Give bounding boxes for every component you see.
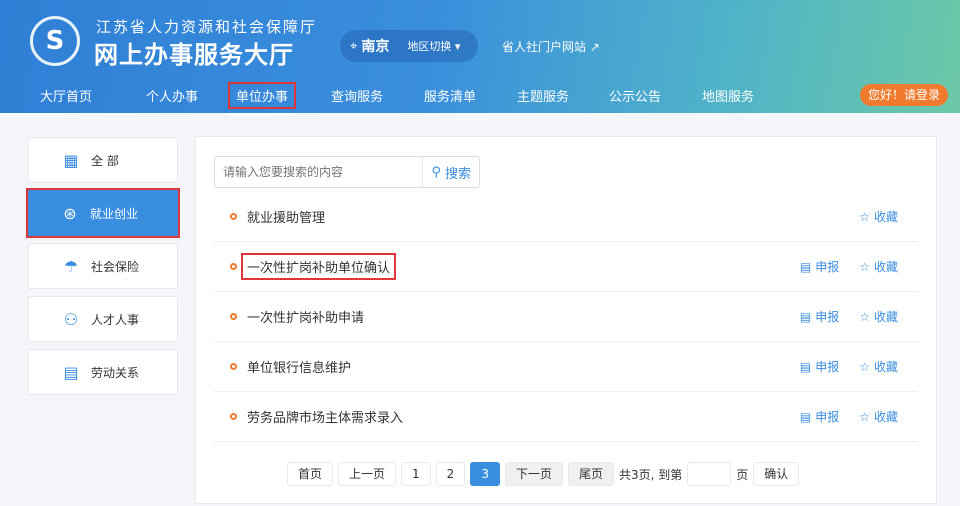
confirm-button[interactable]: 确认 — [753, 462, 800, 486]
location-icon: ⌖ — [350, 38, 358, 54]
list-item: 劳务品牌市场主体需求录入 ▤ 申报 ☆ 收藏 — [214, 392, 918, 442]
main-nav: 大厅首页 个人办事 单位办事 查询服务 服务清单 主题服务 公示公告 地图服务 — [0, 80, 960, 116]
page-3[interactable]: 3 — [470, 462, 500, 486]
item-name[interactable]: 一次性扩岗补助单位确认 — [241, 253, 397, 280]
bullet-icon — [230, 313, 237, 320]
search-input[interactable] — [215, 165, 423, 179]
pagination: 首页 上一页 1 2 3 下一页 尾页 共3页, 到第 页 确认 — [287, 462, 800, 486]
apply-button[interactable]: ▤ 申报 — [800, 358, 839, 375]
fav-label: 收藏 — [873, 410, 898, 424]
favorite-button[interactable]: ☆ 收藏 — [859, 308, 898, 325]
site-title: 网上办事服务大厅 — [94, 41, 294, 69]
sidebar-label: 社会保险 — [91, 259, 140, 274]
page-1[interactable]: 1 — [401, 462, 431, 486]
bullet-icon — [230, 263, 237, 270]
portal-link[interactable]: 省人社门户网站 ↗ — [502, 38, 600, 55]
sidebar-item-labor[interactable]: ▤ 劳动关系 — [28, 349, 178, 395]
people-icon: ⚇ — [63, 309, 79, 329]
star-icon: ☆ — [859, 259, 870, 274]
search-box: ⚲搜索 — [214, 156, 480, 188]
search-button[interactable]: ⚲ 搜索 — [422, 157, 479, 187]
fav-label: 收藏 — [873, 210, 898, 224]
apply-button[interactable]: ▤ 申报 — [800, 258, 839, 275]
total-pages-text: 共3页, 到第 — [618, 467, 683, 482]
fav-label: 收藏 — [873, 260, 898, 274]
umbrella-icon: ☂ — [63, 256, 79, 276]
page-unit: 页 — [736, 467, 749, 482]
login-button[interactable]: 您好！请登录 — [860, 84, 948, 106]
employment-icon: ⊛ — [63, 203, 77, 223]
nav-service-list[interactable]: 服务清单 — [418, 84, 482, 107]
org-name: 江苏省人力资源和社会保障厅 — [96, 18, 318, 36]
star-icon: ☆ — [859, 359, 870, 374]
nav-theme[interactable]: 主题服务 — [511, 84, 575, 107]
form-icon: ▤ — [799, 359, 812, 374]
last-page-button[interactable]: 尾页 — [567, 462, 614, 486]
form-icon: ▤ — [799, 409, 812, 424]
sidebar-label: 就业创业 — [90, 206, 139, 221]
apply-button[interactable]: ▤ 申报 — [800, 408, 839, 425]
prev-page-button[interactable]: 上一页 — [338, 462, 397, 486]
list-item: 一次性扩岗补助单位确认 ▤ 申报 ☆ 收藏 — [214, 242, 918, 292]
form-icon: ▤ — [799, 259, 812, 274]
region-switch[interactable]: 地区切换 ▾ — [407, 38, 460, 54]
item-name[interactable]: 劳务品牌市场主体需求录入 — [247, 407, 800, 426]
star-icon: ☆ — [859, 409, 870, 424]
apply-label: 申报 — [815, 410, 840, 424]
apply-label: 申报 — [815, 310, 840, 324]
apply-label: 申报 — [815, 260, 840, 274]
nav-personal[interactable]: 个人办事 — [140, 84, 204, 107]
apply-label: 申报 — [815, 360, 840, 374]
bullet-icon — [230, 413, 237, 420]
star-icon: ☆ — [859, 309, 870, 324]
sidebar-item-employment[interactable]: ⊛ 就业创业 — [26, 188, 180, 238]
logo: S — [30, 16, 80, 66]
grid-icon: ▦ — [63, 150, 79, 170]
item-name[interactable]: 就业援助管理 — [247, 207, 859, 226]
page-2[interactable]: 2 — [435, 462, 466, 486]
city-name: 南京 — [361, 39, 390, 55]
sidebar-item-insurance[interactable]: ☂ 社会保险 — [28, 243, 178, 289]
sidebar-label: 人才人事 — [91, 312, 140, 327]
favorite-button[interactable]: ☆ 收藏 — [859, 408, 898, 425]
apply-button[interactable]: ▤ 申报 — [800, 308, 839, 325]
nav-unit[interactable]: 单位办事 — [228, 82, 297, 116]
sidebar-item-all[interactable]: ▦ 全 部 — [28, 137, 178, 183]
document-icon: ▤ — [63, 362, 79, 382]
first-page-button[interactable]: 首页 — [287, 462, 334, 486]
content-panel: ⚲搜索 就业援助管理☆收藏 一次性扩岗补助单位确认▤申报☆收藏 一次性扩岗补助申… — [195, 136, 937, 504]
city-selector[interactable]: ⌖ 南京 地区切换 ▾ — [340, 30, 478, 62]
nav-home[interactable]: 大厅首页 — [34, 84, 98, 107]
favorite-button[interactable]: ☆ 收藏 — [859, 258, 898, 275]
bullet-icon — [230, 363, 237, 370]
header: S 江苏省人力资源和社会保障厅 网上办事服务大厅 ⌖ 南京 地区切换 ▾ 省人社… — [0, 0, 960, 116]
item-name[interactable]: 一次性扩岗补助申请 — [247, 307, 800, 326]
favorite-button[interactable]: ☆ 收藏 — [859, 208, 898, 225]
search-label: 搜索 — [444, 166, 471, 182]
list-item: 单位银行信息维护 ▤ 申报 ☆ 收藏 — [214, 342, 918, 392]
nav-map[interactable]: 地图服务 — [696, 84, 760, 107]
fav-label: 收藏 — [873, 310, 898, 324]
search-icon: ⚲ — [431, 164, 441, 180]
nav-notice[interactable]: 公示公告 — [603, 84, 667, 107]
bullet-icon — [230, 213, 237, 220]
fav-label: 收藏 — [873, 360, 898, 374]
goto-page-input[interactable] — [687, 462, 732, 486]
sidebar-item-talent[interactable]: ⚇ 人才人事 — [28, 296, 178, 342]
star-icon: ☆ — [859, 209, 870, 224]
list-item: 就业援助管理 ☆ 收藏 — [214, 192, 918, 242]
list-item: 一次性扩岗补助申请 ▤ 申报 ☆ 收藏 — [214, 292, 918, 342]
nav-query[interactable]: 查询服务 — [325, 84, 389, 107]
favorite-button[interactable]: ☆ 收藏 — [859, 358, 898, 375]
form-icon: ▤ — [799, 309, 812, 324]
sidebar-label: 全 部 — [91, 153, 119, 168]
item-name[interactable]: 单位银行信息维护 — [247, 357, 800, 376]
next-page-button[interactable]: 下一页 — [504, 462, 563, 486]
sidebar-label: 劳动关系 — [91, 365, 140, 380]
